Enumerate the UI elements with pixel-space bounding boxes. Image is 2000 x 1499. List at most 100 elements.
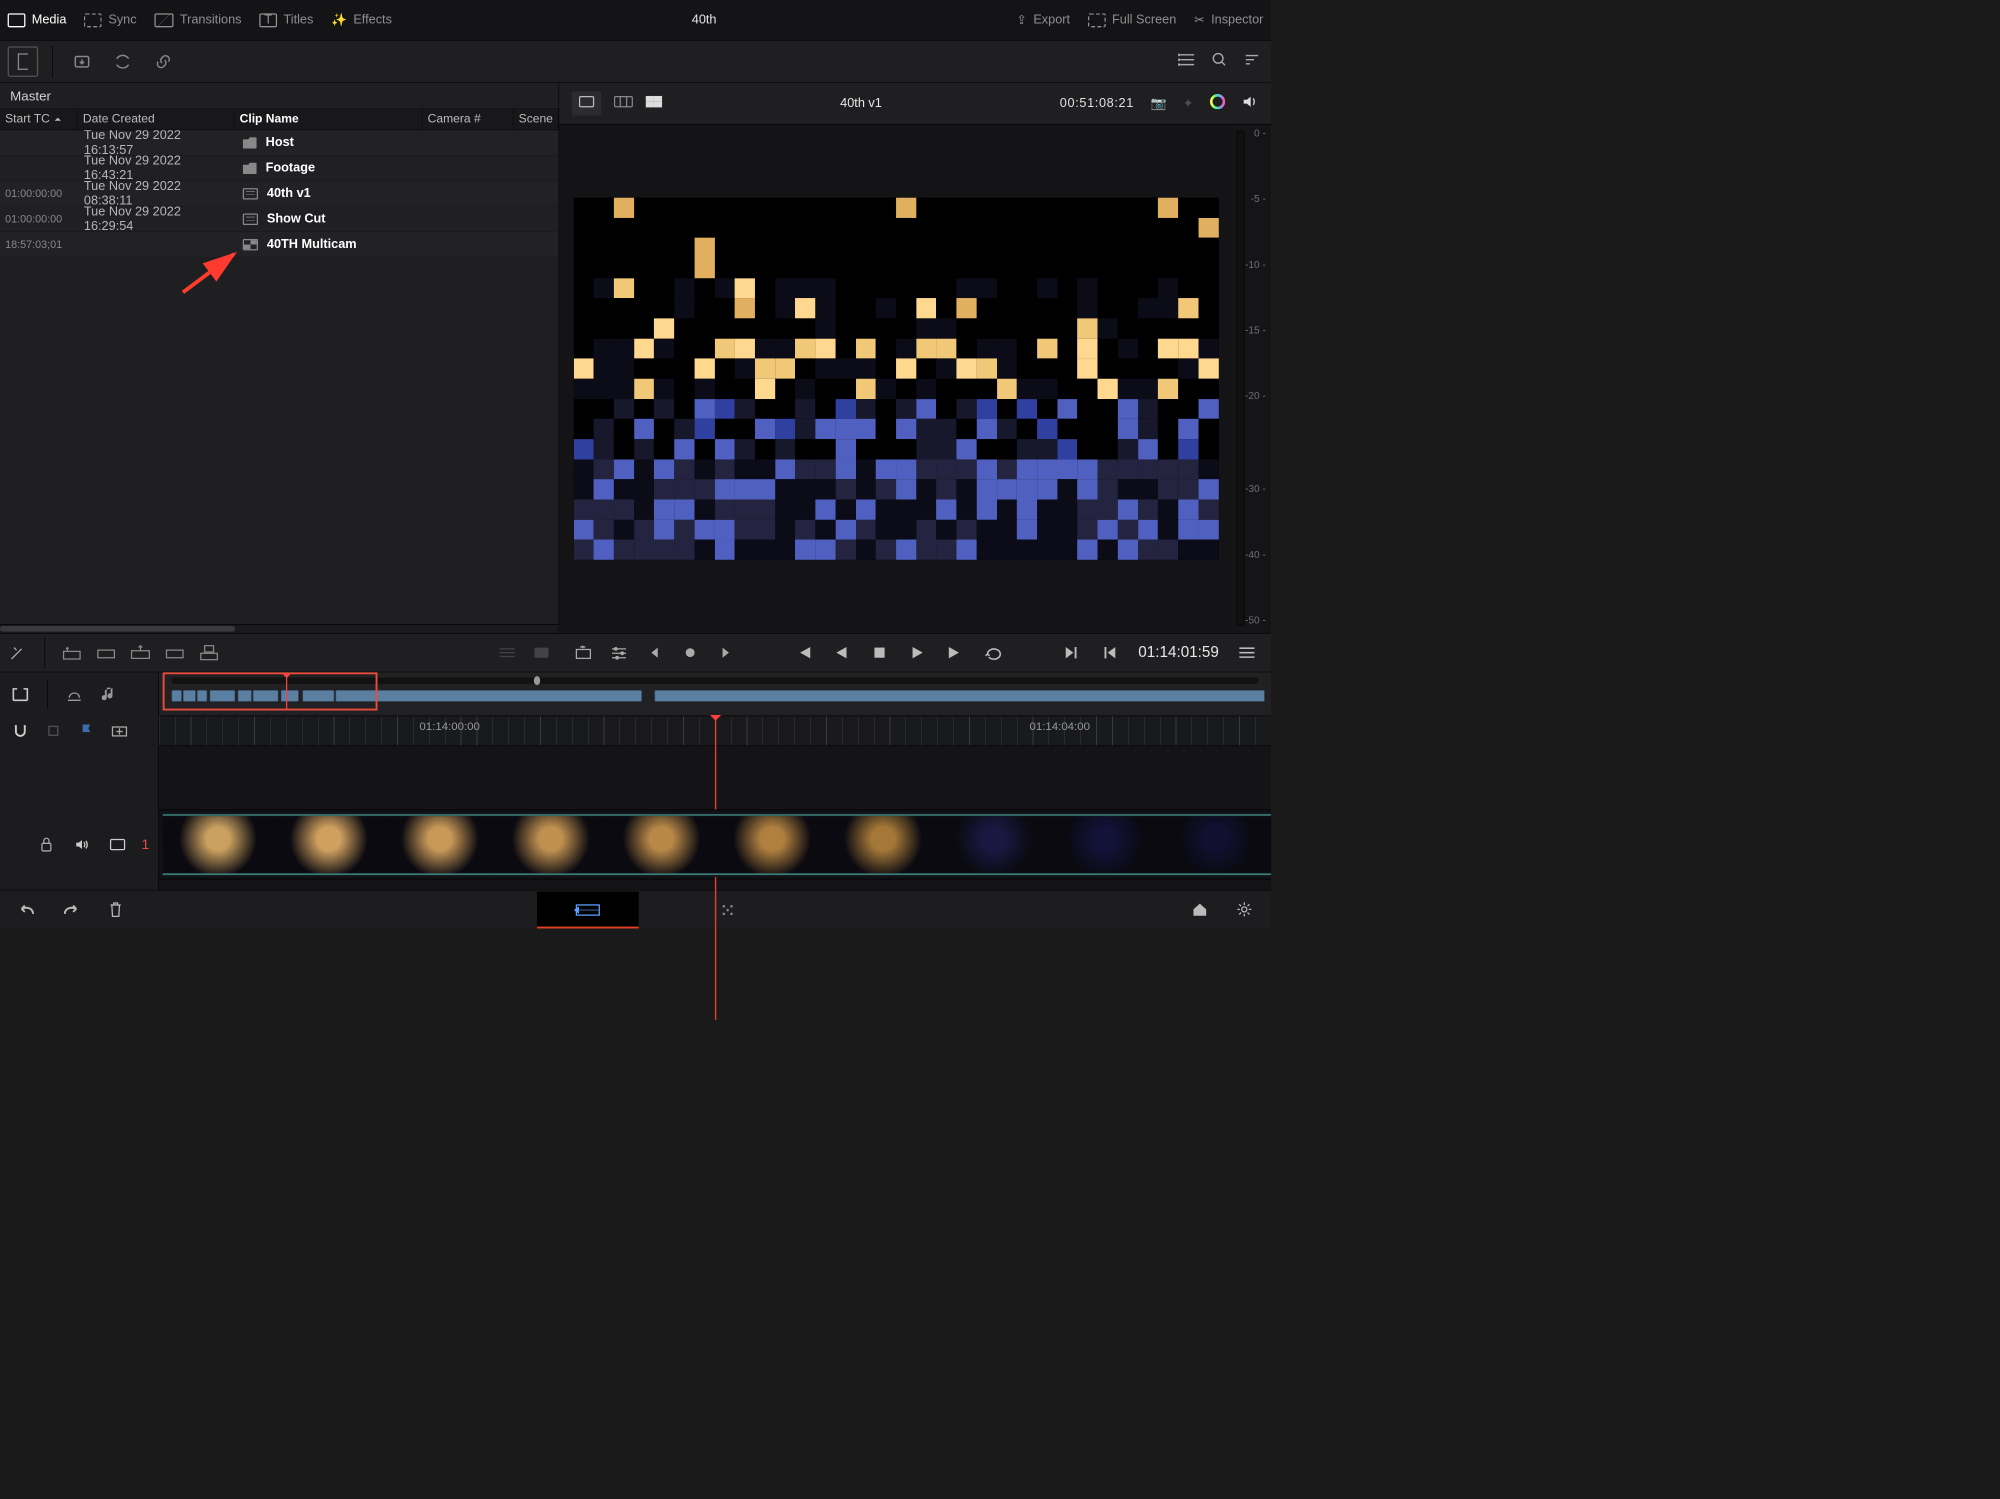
close-up-icon[interactable] [163, 641, 186, 664]
page-edit[interactable] [677, 891, 779, 927]
prev-clip-icon[interactable] [1099, 641, 1122, 664]
viewer-mode-a[interactable] [572, 91, 601, 115]
ripple-overwrite-icon[interactable] [129, 641, 152, 664]
audio-trim-icon[interactable] [63, 683, 86, 706]
track-body[interactable] [159, 810, 1271, 880]
menu-media-label: Media [32, 13, 67, 28]
timeline-view-a[interactable] [496, 641, 519, 664]
menu-fullscreen-label: Full Screen [1112, 13, 1176, 28]
track-header[interactable]: 1 [0, 810, 159, 880]
inspector-icon: ✂ [1194, 12, 1205, 28]
import-button[interactable] [67, 46, 98, 77]
titles-icon: T [259, 13, 277, 27]
link-button[interactable] [148, 46, 179, 77]
flag-icon[interactable] [75, 719, 98, 742]
mute-icon[interactable] [70, 833, 93, 856]
viewer-colorwheel-icon[interactable] [1210, 94, 1225, 113]
project-title: 40th [410, 13, 999, 28]
media-row[interactable]: 01:00:00:00Tue Nov 29 2022 08:38:1140th … [0, 181, 559, 206]
marker-icon[interactable] [42, 719, 65, 742]
settings-sliders-icon[interactable] [608, 641, 631, 664]
stop-icon[interactable] [868, 641, 891, 664]
menu-fullscreen[interactable]: Full Screen [1088, 13, 1176, 28]
col-scene[interactable]: Scene [514, 109, 559, 130]
viewer-header: 40th v1 00:51:08:21 📷 ✦ [559, 83, 1271, 125]
project-settings-icon[interactable] [1233, 898, 1256, 921]
record-icon[interactable] [679, 641, 702, 664]
media-hscroll[interactable] [0, 624, 559, 633]
insert-above-icon[interactable] [60, 641, 83, 664]
ruler-tc-b: 01:14:04:00 [1030, 716, 1090, 745]
menu-effects[interactable]: ✨ Effects [331, 12, 392, 28]
timeline-overview-row [0, 672, 1271, 715]
scroll-thumb[interactable] [0, 626, 235, 632]
timeline-overview[interactable] [159, 672, 1271, 715]
bin-layout-button[interactable] [8, 46, 39, 77]
cut-page-icon [574, 900, 602, 919]
page-cut[interactable] [537, 891, 639, 927]
snap-icon[interactable] [9, 719, 32, 742]
col-start-tc[interactable]: Start TC [5, 112, 50, 126]
redo-icon[interactable] [60, 898, 83, 921]
media-row[interactable]: Tue Nov 29 2022 16:43:21Footage [0, 156, 559, 181]
media-pool: Master Start TC Date Created Clip Name C… [0, 83, 559, 633]
burger-icon[interactable] [1235, 641, 1258, 664]
timeline-ruler[interactable]: 01:14:00:00 01:14:04:00 [159, 716, 1271, 747]
insert-icon[interactable] [95, 641, 118, 664]
menu-transitions[interactable]: Transitions [154, 13, 241, 28]
menu-titles[interactable]: T Titles [259, 13, 313, 28]
col-camera[interactable]: Camera # [423, 109, 514, 130]
trim-mode-icon[interactable] [9, 683, 32, 706]
fast-review-icon[interactable] [572, 641, 595, 664]
loop-icon[interactable] [982, 641, 1005, 664]
col-date[interactable]: Date Created [78, 109, 235, 130]
viewer-mode-b[interactable] [614, 95, 633, 112]
sync-clips-button[interactable] [107, 46, 138, 77]
menu-transitions-label: Transitions [180, 13, 242, 28]
folder-icon [243, 163, 257, 174]
clip[interactable] [163, 814, 1271, 875]
play-icon[interactable] [906, 641, 929, 664]
home-icon[interactable] [1188, 898, 1211, 921]
overview-scroll-thumb[interactable] [534, 676, 540, 685]
menu-export[interactable]: ⇪ Export [1016, 12, 1070, 28]
media-row[interactable]: Tue Nov 29 2022 16:13:57Host [0, 130, 559, 155]
media-row[interactable]: 01:00:00:00Tue Nov 29 2022 16:29:54Show … [0, 207, 559, 232]
folder-icon [243, 137, 257, 148]
viewer-body[interactable] [559, 125, 1233, 633]
timeline-duration: 01:14:01:59 [1138, 644, 1219, 662]
add-marker-icon[interactable] [108, 719, 131, 742]
music-trim-icon[interactable] [97, 683, 120, 706]
menu-media[interactable]: Media [8, 13, 67, 28]
go-end-icon[interactable] [944, 641, 967, 664]
timeline-view-b[interactable] [530, 641, 553, 664]
bin-name[interactable]: Master [0, 83, 559, 109]
go-start-icon[interactable] [792, 641, 815, 664]
search-button[interactable] [1211, 51, 1228, 71]
sort-button[interactable] [1243, 52, 1260, 70]
viewer-camera-icon[interactable]: 📷 [1150, 95, 1166, 111]
blade-tool-icon[interactable] [6, 641, 29, 664]
overview-scroll-track[interactable] [172, 677, 1259, 683]
place-on-top-icon[interactable] [198, 641, 221, 664]
play-reverse-icon[interactable] [830, 641, 853, 664]
viewer-speaker-icon[interactable] [1242, 93, 1259, 113]
menu-sync[interactable]: Sync [84, 13, 136, 28]
viewer-fx-icon[interactable]: ✦ [1183, 95, 1194, 111]
list-view-button[interactable] [1178, 52, 1196, 70]
next-marker-icon[interactable] [714, 641, 737, 664]
prev-marker-icon[interactable] [643, 641, 666, 664]
viewer-mode-c[interactable] [646, 95, 663, 112]
menu-inspector[interactable]: ✂ Inspector [1194, 12, 1263, 28]
media-rows: Tue Nov 29 2022 16:13:57HostTue Nov 29 2… [0, 130, 559, 624]
next-clip-icon[interactable] [1059, 641, 1082, 664]
media-row[interactable]: 18:57:03;0140TH Multicam [0, 232, 559, 257]
media-table-header[interactable]: Start TC Date Created Clip Name Camera #… [0, 109, 559, 131]
video-enable-icon[interactable] [106, 833, 129, 856]
trash-icon[interactable] [104, 898, 127, 921]
undo-icon[interactable] [15, 898, 38, 921]
overview-playhead[interactable] [286, 677, 287, 710]
col-clip-name[interactable]: Clip Name [235, 109, 423, 130]
lock-icon[interactable] [35, 833, 58, 856]
transitions-icon [154, 13, 173, 27]
